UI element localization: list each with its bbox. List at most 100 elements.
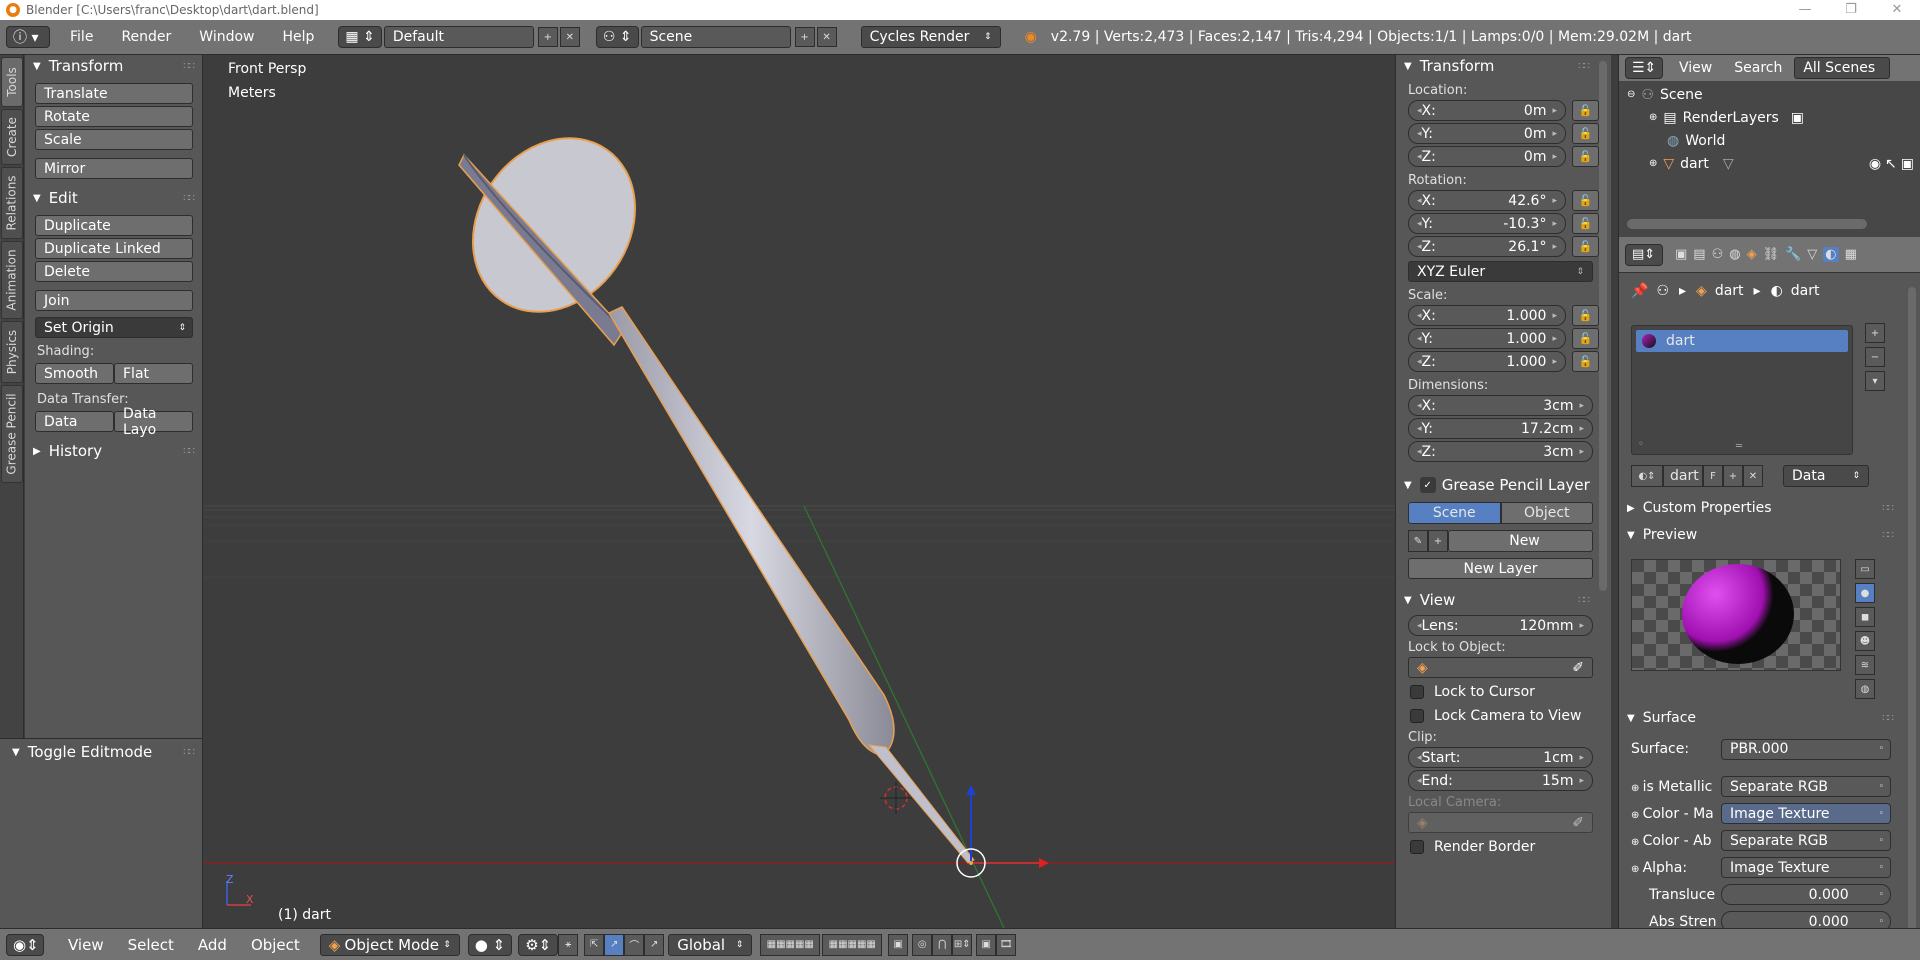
material-browse-icon[interactable]: ◐⇕ (1631, 465, 1663, 487)
clip-start-field[interactable]: ◂ Start: 1cm ▸ (1408, 747, 1593, 768)
grip-icon[interactable]: ∷∷ (1578, 61, 1590, 72)
duplicate-button[interactable]: Duplicate (35, 215, 193, 236)
scale-manipulator-icon[interactable]: ⌒ (624, 933, 645, 956)
world-tab-icon[interactable]: ◍ (1729, 247, 1740, 262)
add-icon[interactable]: + (1428, 530, 1448, 552)
resize-dot-icon[interactable]: ◦ (1638, 439, 1644, 450)
menu-help[interactable]: Help (282, 29, 314, 45)
texture-tab-icon[interactable]: ▦ (1845, 247, 1857, 262)
gp-new-layer-button[interactable]: New Layer (1408, 558, 1593, 579)
translate-button[interactable]: Translate (35, 83, 193, 104)
link-icon[interactable]: ⊕ (1631, 783, 1643, 794)
link-icon[interactable]: ⊕ (1631, 810, 1643, 821)
lock-icon[interactable]: 🔓 (1572, 236, 1599, 257)
renderlayers-tab-icon[interactable]: ▤ (1693, 247, 1705, 262)
viewport-shading-icon[interactable]: ● ⇕ (467, 933, 513, 956)
outliner-world-row[interactable]: ◍ World (1619, 129, 1920, 152)
dimension-y-field[interactable]: ◂ Y: 17.2cm ▸ (1408, 418, 1593, 439)
outliner-editor-icon[interactable]: ☰⇕ (1625, 57, 1663, 79)
modifiers-tab-icon[interactable]: 🔧 (1785, 247, 1801, 262)
layers-group-2-icon[interactable]: ▦▦▦▦▦ (822, 933, 883, 956)
preview-header[interactable]: ▼ Preview ∷∷ (1619, 524, 1920, 546)
lock-object-field[interactable]: ◈ ✐ (1408, 657, 1593, 678)
grip-icon[interactable]: ∷∷ (1882, 503, 1894, 514)
object-tab-icon[interactable]: ◈ (1747, 247, 1757, 262)
render-engine-dropdown[interactable]: Cycles Render ⇕ (860, 26, 1001, 48)
material-link-dropdown[interactable]: Data ⇕ (1783, 465, 1869, 487)
data-tab-icon[interactable]: ▽ (1807, 247, 1817, 262)
lock-icon[interactable]: 🔓 (1572, 146, 1599, 167)
translucency-slider[interactable]: 0.000 ◦ (1721, 884, 1891, 905)
manipulator-toggle-icon[interactable]: ⚹ (558, 933, 579, 956)
minimize-button[interactable]: — (1782, 0, 1828, 20)
outliner-view-menu[interactable]: View (1679, 60, 1712, 76)
material-slot-row[interactable]: dart (1636, 330, 1848, 352)
rotation-mode-dropdown[interactable]: XYZ Euler ⇕ (1408, 261, 1593, 282)
dimension-z-field[interactable]: ◂ Z: 3cm ▸ (1408, 441, 1593, 462)
expand-icon[interactable]: ⊕ (1649, 158, 1657, 169)
visibility-eye-icon[interactable]: ◉ (1869, 156, 1881, 172)
screen-layout-field[interactable]: Default (383, 26, 534, 48)
lock-cursor-checkbox[interactable]: Lock to Cursor (1410, 684, 1611, 700)
clip-end-field[interactable]: ◂ End: 15m ▸ (1408, 770, 1593, 791)
transform-props-header[interactable]: ▼ Transform ∷∷ (1396, 55, 1611, 77)
add-slot-icon[interactable]: + (1865, 323, 1885, 343)
data-layout-button[interactable]: Data Layo (114, 406, 193, 438)
gp-new-button[interactable]: New (1448, 530, 1593, 552)
slot-menu-icon[interactable]: ▾ (1865, 371, 1885, 391)
remove-slot-icon[interactable]: − (1865, 347, 1885, 367)
color-ma-input-field[interactable]: Image Texture ◦ (1721, 803, 1891, 824)
properties-scrollbar[interactable] (1908, 287, 1916, 947)
tab-create[interactable]: Create (1, 109, 23, 165)
3d-viewport[interactable]: Front Persp Meters Z X (1) dart (204, 55, 1395, 928)
lock-icon[interactable]: 🔓 (1572, 305, 1599, 326)
add-screen-icon[interactable]: + (537, 27, 558, 47)
render-tab-icon[interactable]: ▣ (1675, 247, 1687, 262)
grip-icon[interactable]: ∷∷ (183, 61, 195, 72)
material-tab-icon[interactable]: ◐ (1823, 247, 1839, 262)
tab-grease-pencil[interactable]: Grease Pencil (1, 385, 23, 483)
snap-magnet-icon[interactable]: ⋂ (932, 933, 953, 956)
translate-manipulator-icon[interactable]: ⇱ (584, 933, 605, 956)
scale-x-field[interactable]: ◂ X: 1.000 ▸ (1408, 305, 1566, 326)
proportional-edit-icon[interactable]: ◎ (912, 933, 933, 956)
eyedropper-icon[interactable]: ✐ (1572, 660, 1584, 676)
grip-icon[interactable]: ∷∷ (1882, 530, 1894, 541)
menu-render[interactable]: Render (121, 29, 171, 45)
material-name-field[interactable]: dart (1663, 465, 1703, 487)
list-resize-grip-icon[interactable]: ═ (1736, 441, 1742, 452)
tab-physics[interactable]: Physics (1, 321, 23, 383)
duplicate-linked-button[interactable]: Duplicate Linked (35, 238, 193, 259)
lock-camera-checkbox[interactable]: Lock Camera to View (1410, 708, 1611, 724)
checkbox-icon[interactable]: ✓ (1419, 477, 1436, 493)
surface-shader-field[interactable]: PBR.000 ◦ (1721, 738, 1891, 760)
outliner-hscrollbar[interactable] (1627, 219, 1867, 229)
properties-editor-icon[interactable]: ▤⇕ (1625, 243, 1663, 266)
menu-object[interactable]: Object (251, 936, 300, 954)
scale-z-field[interactable]: ◂ Z: 1.000 ▸ (1408, 351, 1566, 372)
location-x-field[interactable]: ◂ X: 0m ▸ (1408, 100, 1566, 121)
lock-icon[interactable]: 🔓 (1572, 213, 1599, 234)
collapse-icon[interactable]: ⊖ (1627, 89, 1635, 100)
editor-type-info-icon[interactable]: ⓘ ▾ (6, 26, 50, 48)
rotation-x-field[interactable]: ◂ X: 42.6° ▸ (1408, 190, 1566, 211)
preview-flat-icon[interactable]: ▭ (1855, 559, 1875, 579)
render-opengl-icon[interactable]: ▣ (976, 933, 997, 956)
link-icon[interactable]: ⊕ (1631, 837, 1643, 848)
scene-icon[interactable]: ⚇ ⇕ (595, 26, 639, 48)
constraints-tab-icon[interactable]: ⛓ (1763, 247, 1780, 262)
lens-field[interactable]: ◂ Lens: 120mm ▸ (1408, 615, 1593, 636)
add-scene-icon[interactable]: + (794, 27, 815, 47)
join-button[interactable]: Join (35, 290, 193, 311)
flat-button[interactable]: Flat (114, 363, 193, 384)
grip-icon[interactable]: ∷∷ (183, 446, 195, 457)
grip-icon[interactable]: ∷∷ (183, 747, 195, 758)
smooth-button[interactable]: Smooth (35, 363, 114, 384)
scene-canvas[interactable] (204, 55, 1395, 928)
history-panel-header[interactable]: ▶ History ∷∷ (25, 440, 202, 462)
rotation-y-field[interactable]: ◂ Y: -10.3° ▸ (1408, 213, 1566, 234)
layers-group-1-icon[interactable]: ▦▦▦▦▦ (760, 933, 821, 956)
location-z-field[interactable]: ◂ Z: 0m ▸ (1408, 146, 1566, 167)
edit-panel-header[interactable]: ▼ Edit ∷∷ (25, 187, 202, 209)
scene-field[interactable]: Scene (640, 26, 791, 48)
